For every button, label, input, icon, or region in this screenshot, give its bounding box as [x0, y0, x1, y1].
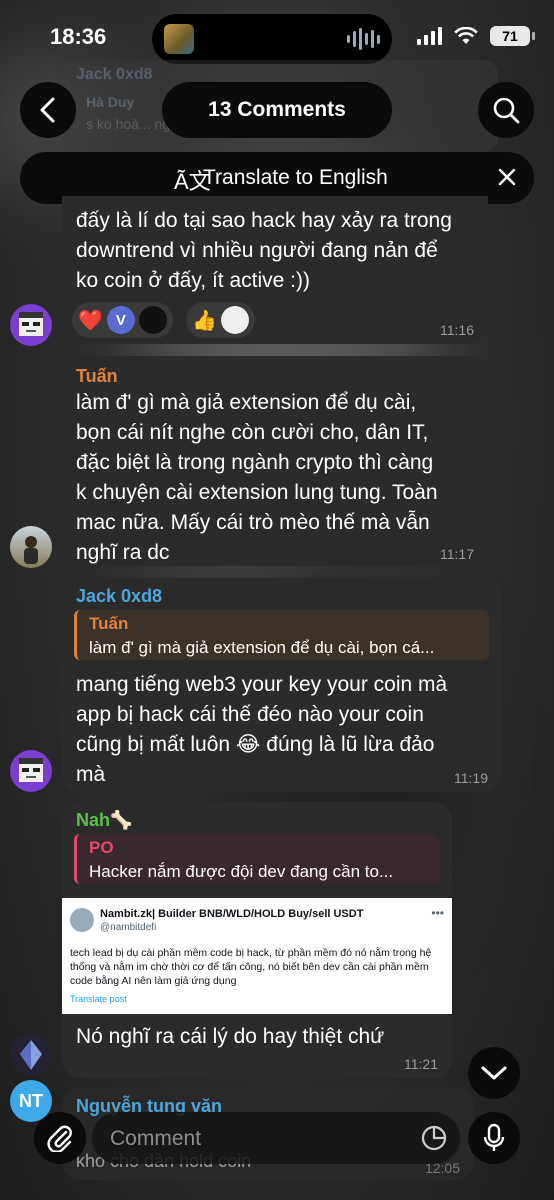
message-time: 11:17 — [440, 546, 474, 562]
message-time: 11:21 — [404, 1056, 438, 1072]
audio-waveform-icon — [347, 28, 380, 50]
message-text: mang tiếng web3 your key your coin mà ap… — [76, 673, 448, 786]
cellular-signal-icon — [417, 27, 442, 45]
voice-message-button[interactable] — [468, 1112, 520, 1164]
sticker-icon — [421, 1125, 447, 1151]
message-time: 11:16 — [440, 322, 474, 338]
more-options-icon: ••• — [431, 906, 444, 920]
attached-image[interactable]: Nambit.zk| Builder BNB/WLD/HOLD Buy/sell… — [62, 898, 452, 1014]
avatar[interactable] — [10, 1034, 52, 1076]
tweet-avatar — [70, 908, 94, 932]
heart-reaction-icon: ❤️ — [78, 309, 103, 332]
reactor-avatar-2 — [138, 306, 167, 334]
message-bubble[interactable]: Nah🦴 PO Hacker nắm được đội dev đang cần… — [62, 802, 452, 1078]
tweet-body: tech lead bị dụ cài phần mềm code bị hac… — [70, 947, 432, 987]
sender-name: Jack 0xd8 — [76, 586, 163, 606]
sender-name: Nah🦴 — [76, 810, 133, 830]
avatar[interactable] — [10, 526, 52, 568]
tweet-translate-link: Translate post — [70, 994, 127, 1004]
message-bubble[interactable]: Tuấn làm đ' gì mà giả extension để dụ cà… — [62, 356, 488, 566]
reactor-avatar-3 — [220, 306, 249, 334]
quote-sender: PO — [89, 838, 114, 857]
avatar[interactable] — [10, 304, 52, 346]
reply-quote[interactable]: Tuấn làm đ' gì mà giả extension để dụ cà… — [74, 610, 489, 660]
comment-input-container — [92, 1112, 460, 1164]
search-icon — [493, 97, 520, 124]
dynamic-island[interactable] — [152, 14, 392, 64]
back-button[interactable] — [20, 82, 76, 138]
paperclip-icon — [47, 1125, 72, 1152]
message-time: 11:19 — [454, 770, 488, 786]
microphone-icon — [483, 1123, 505, 1151]
close-translate-button[interactable] — [492, 162, 522, 192]
system-icons: 71 — [417, 26, 535, 46]
page-title: 13 Comments — [162, 82, 392, 138]
header: 13 Comments — [0, 82, 554, 140]
comment-input[interactable] — [108, 1122, 402, 1156]
quote-text: Hacker nắm được đội dev đang cần to... — [89, 862, 394, 881]
chevron-left-icon — [40, 97, 55, 123]
pixel-avatar-icon — [19, 758, 43, 782]
search-button[interactable] — [478, 82, 534, 138]
message-text: Nó nghĩ ra cái lý do hay thiệt chứ — [76, 1025, 385, 1048]
now-playing-thumbnail — [164, 24, 194, 54]
attach-button[interactable] — [34, 1112, 86, 1164]
message-bubble[interactable]: đấy là lí do tại sao hack hay xảy ra tro… — [62, 196, 488, 344]
chevron-down-icon — [481, 1066, 507, 1080]
wifi-icon — [454, 27, 478, 44]
message-bubble[interactable]: Jack 0xd8 Tuấn làm đ' gì mà giả extensio… — [62, 578, 502, 792]
pixel-avatar-icon — [19, 312, 43, 336]
close-icon — [498, 168, 516, 186]
sender-name: Tuấn — [76, 366, 118, 386]
battery-indicator: 71 — [490, 26, 535, 46]
comment-composer — [0, 1110, 554, 1170]
scroll-down-button[interactable] — [468, 1047, 520, 1099]
tweet-author: Nambit.zk| Builder BNB/WLD/HOLD Buy/sell… — [100, 908, 364, 920]
photo-avatar-icon — [24, 536, 38, 564]
thumbs-up-reaction-icon: 👍 — [192, 309, 217, 332]
tweet-handle: @nambitdefi — [100, 922, 157, 933]
reply-quote[interactable]: PO Hacker nắm được đội dev đang cần to..… — [74, 834, 439, 884]
avatar[interactable] — [10, 750, 52, 792]
quote-sender: Tuấn — [89, 614, 129, 633]
status-time: 18:36 — [50, 24, 107, 49]
message-text: làm đ' gì mà giả extension để dụ cài, bọ… — [76, 391, 438, 564]
translate-label: Translate to English — [203, 166, 388, 189]
quote-text: làm đ' gì mà giả extension để dụ cài, bọ… — [89, 638, 435, 657]
reaction-group-2[interactable]: 👍 — [186, 302, 255, 338]
message-text: đấy là lí do tại sao hack hay xảy ra tro… — [76, 209, 452, 292]
crystal-avatar-icon — [20, 1040, 42, 1070]
reactor-avatar: V — [106, 306, 135, 334]
sticker-button[interactable] — [418, 1122, 450, 1154]
reaction-group[interactable]: ❤️ V — [72, 302, 173, 338]
